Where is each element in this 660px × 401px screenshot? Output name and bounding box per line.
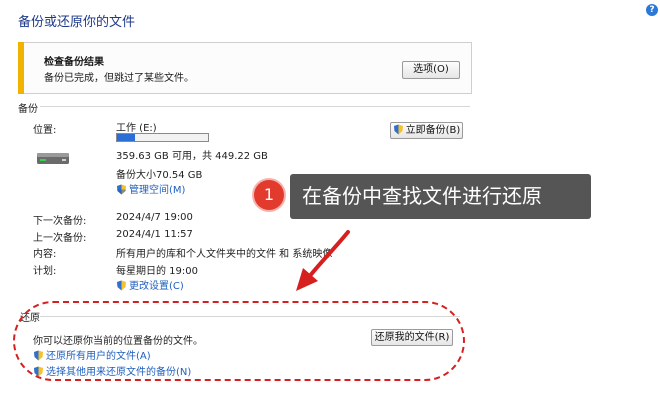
annotation-callout: 在备份中查找文件进行还原 xyxy=(290,174,591,219)
backup-section-divider xyxy=(40,106,470,107)
hard-drive-icon xyxy=(37,153,69,164)
schedule-value: 每星期日的 19:00 xyxy=(116,266,198,277)
location-label: 位置: xyxy=(33,125,57,136)
contents-value: 所有用户的库和个人文件夹中的文件 和 系统映像 xyxy=(116,249,333,260)
notice-title: 检查备份结果 xyxy=(44,57,104,68)
next-backup-value: 2024/4/7 19:00 xyxy=(116,212,193,223)
drive-usage-fill xyxy=(117,134,136,141)
backup-size: 备份大小70.54 GB xyxy=(116,170,203,181)
drive-space: 359.63 GB 可用，共 449.22 GB xyxy=(116,151,268,162)
change-settings-link[interactable]: 更改设置(C) xyxy=(116,277,184,292)
uac-shield-icon xyxy=(117,280,126,291)
warning-stripe xyxy=(18,42,24,94)
last-backup-value: 2024/4/1 11:57 xyxy=(116,229,193,240)
drive-usage-bar xyxy=(116,133,209,142)
page-title: 备份或还原你的文件 xyxy=(18,15,136,30)
backup-now-button[interactable]: 立即备份(B) xyxy=(390,122,463,139)
restore-highlight-ellipse xyxy=(13,301,465,381)
options-button[interactable]: 选项(O) xyxy=(402,61,460,79)
notice-text: 备份已完成，但跳过了某些文件。 xyxy=(44,73,194,84)
backup-section-label: 备份 xyxy=(18,104,38,115)
step-number-badge: 1 xyxy=(254,180,284,210)
next-backup-label: 下一次备份: xyxy=(33,216,87,227)
drive-name: 工作 (E:) xyxy=(116,123,157,134)
contents-label: 内容: xyxy=(33,249,57,260)
uac-shield-icon xyxy=(393,124,403,135)
change-settings-text: 更改设置(C) xyxy=(129,281,184,292)
last-backup-label: 上一次备份: xyxy=(33,233,87,244)
manage-space-text: 管理空间(M) xyxy=(129,185,186,196)
schedule-label: 计划: xyxy=(33,266,57,277)
uac-shield-icon xyxy=(117,184,126,195)
manage-space-link[interactable]: 管理空间(M) xyxy=(116,181,185,196)
help-icon[interactable]: ? xyxy=(646,4,658,16)
backup-now-text: 立即备份(B) xyxy=(405,125,461,136)
